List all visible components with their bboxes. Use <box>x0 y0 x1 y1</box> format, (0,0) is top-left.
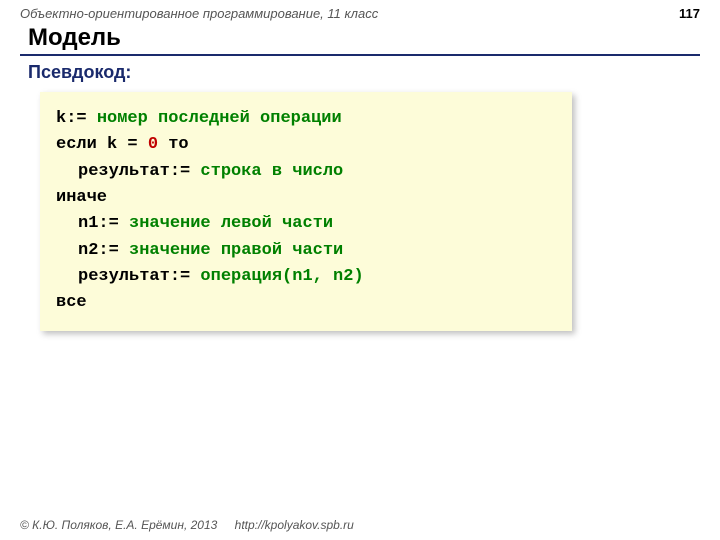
pseudocode-box: k:= номер последней операции если k = 0 … <box>40 92 572 331</box>
code-text: строка в число <box>200 162 343 181</box>
code-text: 0 <box>148 135 158 154</box>
code-text: значение левой части <box>129 214 333 233</box>
course-header: Объектно-ориентированное программировани… <box>20 6 378 21</box>
code-line: k:= номер последней операции <box>56 106 556 132</box>
code-line: n1:= значение левой части <box>56 211 556 237</box>
slide-title: Модель <box>28 24 121 52</box>
code-text: n1:= <box>78 214 119 233</box>
code-text: операция(n1, n2) <box>200 267 363 286</box>
code-text: значение правой части <box>129 241 343 260</box>
code-text: n2:= <box>78 241 119 260</box>
code-line: все <box>56 290 556 316</box>
code-text: результат:= <box>78 267 190 286</box>
code-text: если k = <box>56 135 148 154</box>
code-line: n2:= значение правой части <box>56 238 556 264</box>
code-line: результат:= операция(n1, n2) <box>56 264 556 290</box>
code-text: номер последней операции <box>97 109 342 128</box>
subtitle: Псевдокод: <box>28 62 131 83</box>
footer: © К.Ю. Поляков, Е.А. Ерёмин, 2013 http:/… <box>20 518 354 532</box>
code-text: все <box>56 293 87 312</box>
code-line: если k = 0 то <box>56 132 556 158</box>
code-text: k:= <box>56 109 87 128</box>
code-line: результат:= строка в число <box>56 159 556 185</box>
code-text: результат:= <box>78 162 190 181</box>
footer-url: http://kpolyakov.spb.ru <box>235 518 354 532</box>
title-underline <box>20 54 700 56</box>
copyright: © К.Ю. Поляков, Е.А. Ерёмин, 2013 <box>20 518 217 532</box>
code-line: иначе <box>56 185 556 211</box>
code-text: то <box>158 135 189 154</box>
page-number: 117 <box>679 6 700 21</box>
code-text: иначе <box>56 188 107 207</box>
